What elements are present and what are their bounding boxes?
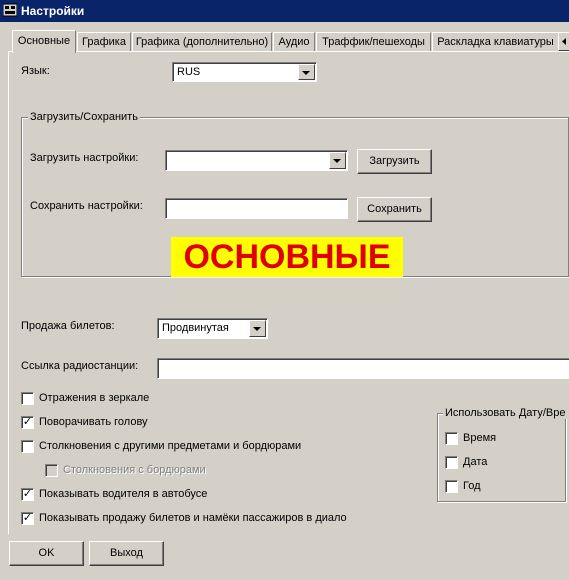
exit-button[interactable]: Выход [89, 541, 164, 566]
tab-general[interactable]: Основные [12, 30, 76, 53]
tab-graphics[interactable]: Графика [77, 32, 131, 52]
language-select-value: RUS [177, 66, 201, 78]
datetime-group-title: Использовать Дату/Вре [443, 407, 567, 419]
checkbox-date[interactable] [445, 456, 458, 469]
checkbox-collisions-objects[interactable] [21, 440, 34, 453]
title-bar: Настройки [0, 0, 569, 22]
tab-graphics-advanced[interactable]: Графика (дополнительно) [132, 32, 272, 52]
checkbox-time[interactable] [445, 432, 458, 445]
checkbox-show-ticket-sales[interactable]: ✓ [21, 512, 34, 525]
checkbox-show-ticket-sales-label[interactable]: Показывать продажу билетов и намёки пасс… [39, 512, 347, 524]
ticket-sales-label: Продажа билетов: [21, 320, 115, 332]
load-button[interactable]: Загрузить [357, 149, 432, 174]
checkbox-collisions-curbs-label: Столкновения с бордюрами [63, 464, 206, 476]
tab-traffic[interactable]: Траффик/пешеходы [316, 32, 431, 52]
window-title: Настройки [21, 4, 85, 18]
arrow-left-icon [562, 38, 566, 45]
checkbox-turn-head-label[interactable]: Поворачивать голову [39, 416, 148, 428]
checkbox-year[interactable] [445, 480, 458, 493]
checkbox-mirror-reflections[interactable] [21, 392, 34, 405]
checkbox-time-label[interactable]: Время [463, 432, 496, 444]
tab-keyboard[interactable]: Раскладка клавиатуры [432, 32, 559, 52]
ticket-sales-value: Продвинутая [162, 322, 229, 334]
chevron-down-icon[interactable] [329, 152, 346, 169]
radio-link-input[interactable] [157, 358, 569, 379]
save-button[interactable]: Сохранить [357, 197, 432, 222]
radio-link-label: Ссылка радиостанции: [21, 360, 139, 372]
tab-strip: Основные Графика Графика (дополнительно)… [0, 30, 569, 53]
checkbox-collisions-curbs [45, 464, 58, 477]
save-settings-label: Сохранить настройки: [30, 200, 143, 212]
language-select[interactable]: RUS [172, 62, 317, 82]
checkbox-year-label[interactable]: Год [463, 480, 481, 492]
tab-scroll-left-button[interactable] [558, 32, 569, 51]
chevron-down-icon[interactable] [249, 320, 266, 337]
ticket-sales-select[interactable]: Продвинутая [157, 318, 268, 339]
tab-audio[interactable]: Аудио [273, 32, 315, 52]
checkbox-show-driver-label[interactable]: Показывать водителя в автобусе [39, 488, 207, 500]
load-settings-select[interactable] [165, 150, 348, 171]
checkbox-mirror-reflections-label[interactable]: Отражения в зеркале [39, 392, 149, 404]
save-settings-input[interactable] [165, 198, 348, 219]
section-banner: ОСНОВНЫЕ [171, 237, 403, 277]
chevron-down-icon[interactable] [298, 64, 315, 80]
app-icon [3, 3, 17, 17]
checkbox-turn-head[interactable]: ✓ [21, 416, 34, 429]
checkbox-date-label[interactable]: Дата [463, 456, 487, 468]
language-label: Язык: [21, 65, 50, 77]
checkbox-show-driver[interactable]: ✓ [21, 488, 34, 501]
ok-button[interactable]: OK [9, 541, 84, 566]
load-save-group-title: Загрузить/Сохранить [28, 111, 140, 123]
load-settings-label: Загрузить настройки: [30, 152, 139, 164]
checkbox-collisions-objects-label[interactable]: Столкновения с другими предметами и борд… [39, 440, 301, 452]
